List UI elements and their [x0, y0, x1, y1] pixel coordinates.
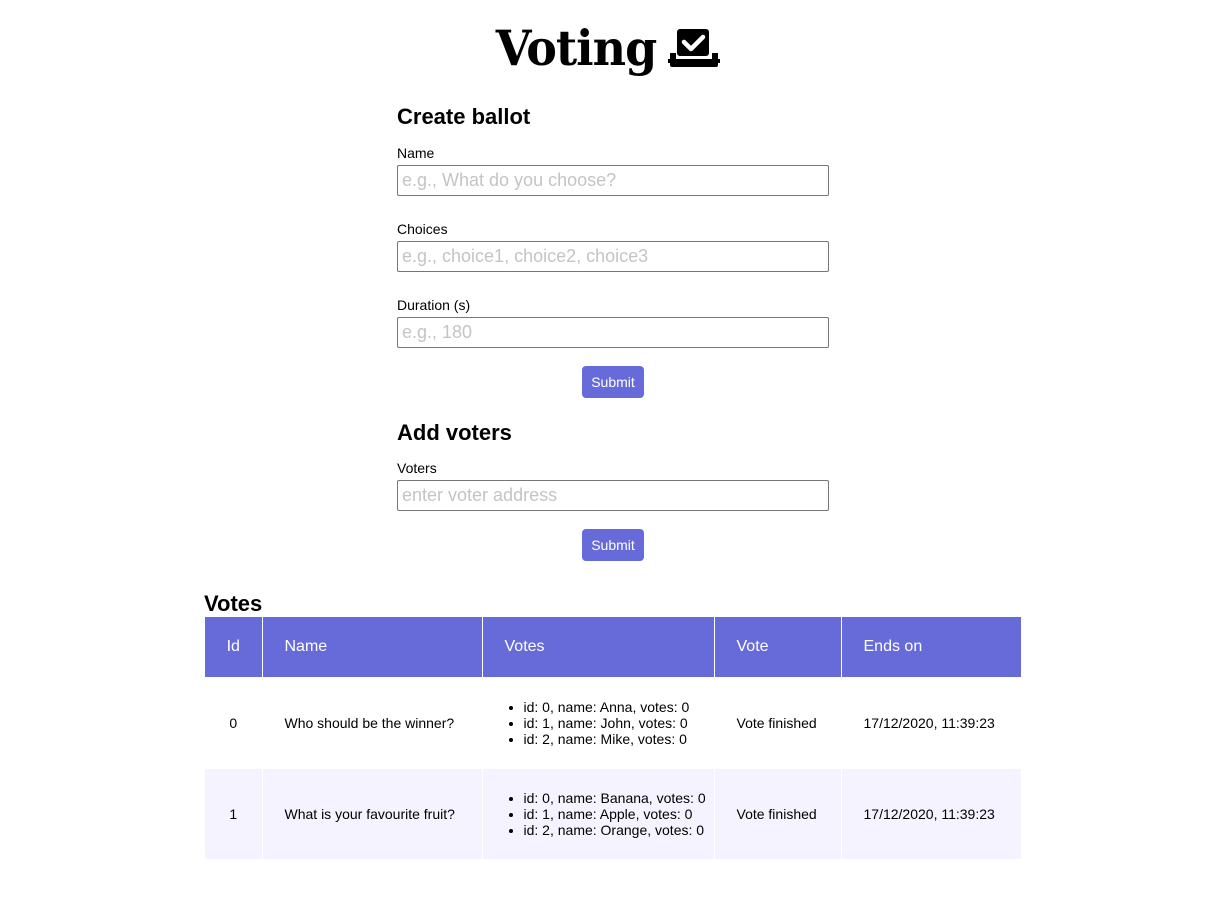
choices-field-group: Choices [397, 221, 829, 237]
table-row: 0 Who should be the winner? id: 0, name:… [205, 677, 1021, 769]
column-header-votes: Votes [481, 617, 714, 677]
ballot-box-icon [668, 29, 721, 67]
ballot-name-input[interactable] [397, 165, 829, 196]
list-item: id: 0, name: Banana, votes: 0 [524, 790, 714, 806]
add-voters-title: Add voters [397, 420, 512, 445]
cell-id: 0 [205, 677, 262, 769]
list-item: id: 1, name: John, votes: 0 [524, 715, 714, 731]
cell-ends-on: 17/12/2020, 11:39:23 [840, 769, 1021, 859]
ballot-duration-input[interactable] [397, 317, 829, 348]
choices-label: Choices [397, 221, 448, 237]
cell-name: Who should be the winner? [261, 677, 482, 769]
cell-id: 1 [205, 769, 262, 859]
list-item: id: 2, name: Mike, votes: 0 [524, 731, 714, 747]
create-ballot-title: Create ballot [397, 104, 531, 129]
create-ballot-form: Create ballot [397, 104, 829, 130]
column-header-ends-on: Ends on [840, 617, 1021, 677]
page-header: Voting [0, 18, 1216, 78]
choices-list: id: 0, name: Anna, votes: 0 id: 1, name:… [505, 699, 714, 747]
cell-ends-on: 17/12/2020, 11:39:23 [840, 677, 1021, 769]
column-header-vote: Vote [713, 617, 841, 677]
page-title: Voting [495, 19, 657, 77]
create-ballot-submit-button[interactable]: Submit [582, 366, 644, 398]
list-item: id: 1, name: Apple, votes: 0 [524, 806, 714, 822]
voters-label: Voters [397, 460, 437, 476]
cell-choices: id: 0, name: Anna, votes: 0 id: 1, name:… [481, 677, 714, 769]
voters-field-group: Voters [397, 460, 829, 476]
cell-vote-status: Vote finished [713, 677, 841, 769]
column-header-id: Id [205, 617, 262, 677]
duration-label: Duration (s) [397, 297, 471, 313]
name-label: Name [397, 145, 435, 161]
name-field-group: Name [397, 145, 829, 161]
add-voters-submit-button[interactable]: Submit [582, 529, 644, 561]
duration-field-group: Duration (s) [397, 297, 829, 313]
ballot-choices-input[interactable] [397, 241, 829, 272]
list-item: id: 0, name: Anna, votes: 0 [524, 699, 714, 715]
voter-address-input[interactable] [397, 480, 829, 511]
list-item: id: 2, name: Orange, votes: 0 [524, 822, 714, 838]
votes-table: Id Name Votes Vote Ends on 0 Who should … [205, 617, 1021, 859]
choices-list: id: 0, name: Banana, votes: 0 id: 1, nam… [505, 790, 714, 838]
table-header-row: Id Name Votes Vote Ends on [205, 617, 1021, 677]
cell-choices: id: 0, name: Banana, votes: 0 id: 1, nam… [481, 769, 714, 859]
column-header-name: Name [261, 617, 482, 677]
votes-title: Votes [204, 591, 263, 616]
add-voters-form: Add voters [397, 420, 829, 446]
cell-vote-status: Vote finished [713, 769, 841, 859]
cell-name: What is your favourite fruit? [261, 769, 482, 859]
table-row: 1 What is your favourite fruit? id: 0, n… [205, 769, 1021, 859]
